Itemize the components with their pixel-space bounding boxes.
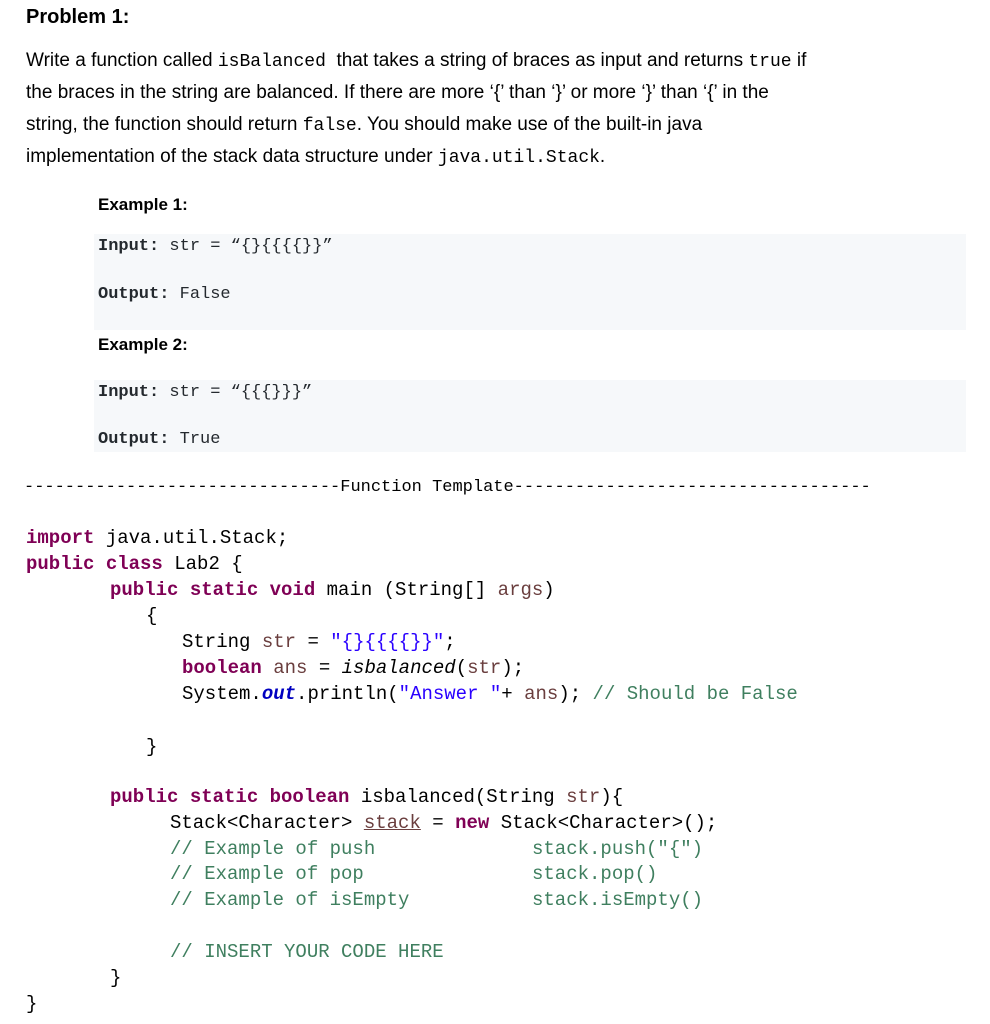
text: that takes a string of braces as input a… bbox=[325, 50, 749, 71]
text: String bbox=[182, 631, 262, 653]
input-key: Input: bbox=[98, 383, 160, 402]
inline-code: false bbox=[302, 116, 357, 136]
inline-code: isBalanced bbox=[217, 52, 326, 72]
code-line-println: System.out.println("Answer "+ ans); // S… bbox=[182, 683, 798, 705]
text: Write a function called bbox=[26, 50, 218, 71]
output-value: False bbox=[169, 285, 231, 304]
keyword: class bbox=[105, 553, 163, 575]
example-1-input: Input: str = “{}{{{{}}” bbox=[98, 237, 333, 256]
inline-code: java.util.Stack bbox=[437, 148, 600, 168]
inline-code: true bbox=[748, 52, 792, 72]
example-2-input: Input: str = “{{{}}}” bbox=[98, 383, 312, 402]
code-line-close-main: } bbox=[146, 736, 158, 758]
keyword: public bbox=[26, 553, 95, 575]
variable: stack bbox=[363, 812, 421, 834]
text: = bbox=[307, 657, 342, 679]
output-key: Output: bbox=[98, 285, 170, 304]
text: Stack<Character> bbox=[170, 812, 364, 834]
input-key: Input: bbox=[98, 237, 160, 256]
text: isbalanced(String bbox=[349, 786, 567, 808]
code-line-stack-decl: Stack<Character> stack = new Stack<Chara… bbox=[170, 812, 717, 834]
code-line-class: public class Lab2 { bbox=[26, 553, 243, 575]
description-line-1: Write a function called isBalanced that … bbox=[26, 50, 806, 72]
text: = bbox=[296, 631, 331, 653]
code-line-main: public static void main (String[] args) bbox=[110, 579, 555, 601]
variable: ans bbox=[261, 657, 308, 679]
code-line-close-method: } bbox=[110, 967, 122, 989]
example-2-output: Output: True bbox=[98, 430, 220, 449]
description-line-2: the braces in the string are balanced. I… bbox=[26, 82, 769, 103]
text: . bbox=[599, 146, 606, 167]
description-line-3: string, the function should return false… bbox=[26, 114, 702, 136]
variable: args bbox=[497, 579, 544, 601]
comment-pop-example: stack.pop() bbox=[532, 863, 658, 885]
comment-isempty-example: stack.isEmpty() bbox=[532, 889, 704, 911]
text: ){ bbox=[600, 786, 624, 808]
text: ); bbox=[501, 657, 525, 679]
text: java.util.Stack; bbox=[94, 527, 289, 549]
variable: ans bbox=[524, 683, 559, 705]
comment-push-example: stack.push("{") bbox=[532, 838, 704, 860]
code-line-open-brace: { bbox=[146, 605, 158, 627]
code-line-string-decl: String str = "{}{{{{}}"; bbox=[182, 631, 456, 653]
output-key: Output: bbox=[98, 430, 170, 449]
text: = bbox=[420, 812, 456, 834]
function-template-divider: -------------------------------Function … bbox=[24, 478, 871, 497]
static-field: out bbox=[261, 683, 297, 705]
method-call: isbalanced bbox=[341, 657, 456, 679]
comment-insert-code: // INSERT YOUR CODE HERE bbox=[170, 941, 444, 963]
code-line-isbalanced-sig: public static boolean isbalanced(String … bbox=[110, 786, 623, 808]
text: ); bbox=[558, 683, 593, 705]
keyword: new bbox=[455, 812, 490, 834]
variable: str bbox=[261, 631, 297, 653]
text: if bbox=[791, 50, 807, 71]
text: ) bbox=[543, 579, 555, 601]
text: Lab2 { bbox=[162, 553, 243, 575]
text: main (String[] bbox=[315, 579, 498, 601]
description-line-4: implementation of the stack data structu… bbox=[26, 146, 605, 168]
text: + bbox=[501, 683, 525, 705]
text: .println( bbox=[296, 683, 399, 705]
text: ( bbox=[455, 657, 468, 679]
text: ; bbox=[444, 631, 456, 653]
example-1-output: Output: False bbox=[98, 285, 231, 304]
string-literal: "{}{{{{}}" bbox=[330, 631, 445, 653]
output-value: True bbox=[169, 430, 221, 449]
input-value: str = “{}{{{{}}” bbox=[159, 237, 333, 256]
keyword: public static void bbox=[110, 579, 316, 601]
variable: str bbox=[467, 657, 502, 679]
comment-push: // Example of push bbox=[170, 838, 376, 860]
input-value: str = “{{{}}}” bbox=[159, 383, 313, 402]
example-1-label: Example 1: bbox=[98, 195, 188, 214]
example-2-label: Example 2: bbox=[98, 335, 188, 354]
string-literal: "Answer " bbox=[398, 683, 502, 705]
text: . You should make use of the built-in ja… bbox=[356, 114, 703, 135]
code-line-close-class: } bbox=[26, 993, 38, 1015]
text: Stack<Character>(); bbox=[489, 812, 718, 834]
code-line-boolean-decl: boolean ans = isbalanced(str); bbox=[182, 657, 524, 679]
keyword: public static boolean bbox=[110, 786, 350, 808]
text: implementation of the stack data structu… bbox=[26, 146, 438, 167]
keyword: import bbox=[26, 527, 95, 549]
comment-isempty: // Example of isEmpty bbox=[170, 889, 410, 911]
variable: str bbox=[566, 786, 601, 808]
text: string, the function should return bbox=[26, 114, 303, 135]
comment-pop: // Example of pop bbox=[170, 863, 364, 885]
comment: // Should be False bbox=[592, 683, 798, 705]
text: System. bbox=[182, 683, 262, 705]
problem-title: Problem 1: bbox=[26, 6, 130, 28]
code-line-import: import java.util.Stack; bbox=[26, 527, 288, 549]
keyword: boolean bbox=[182, 657, 262, 679]
